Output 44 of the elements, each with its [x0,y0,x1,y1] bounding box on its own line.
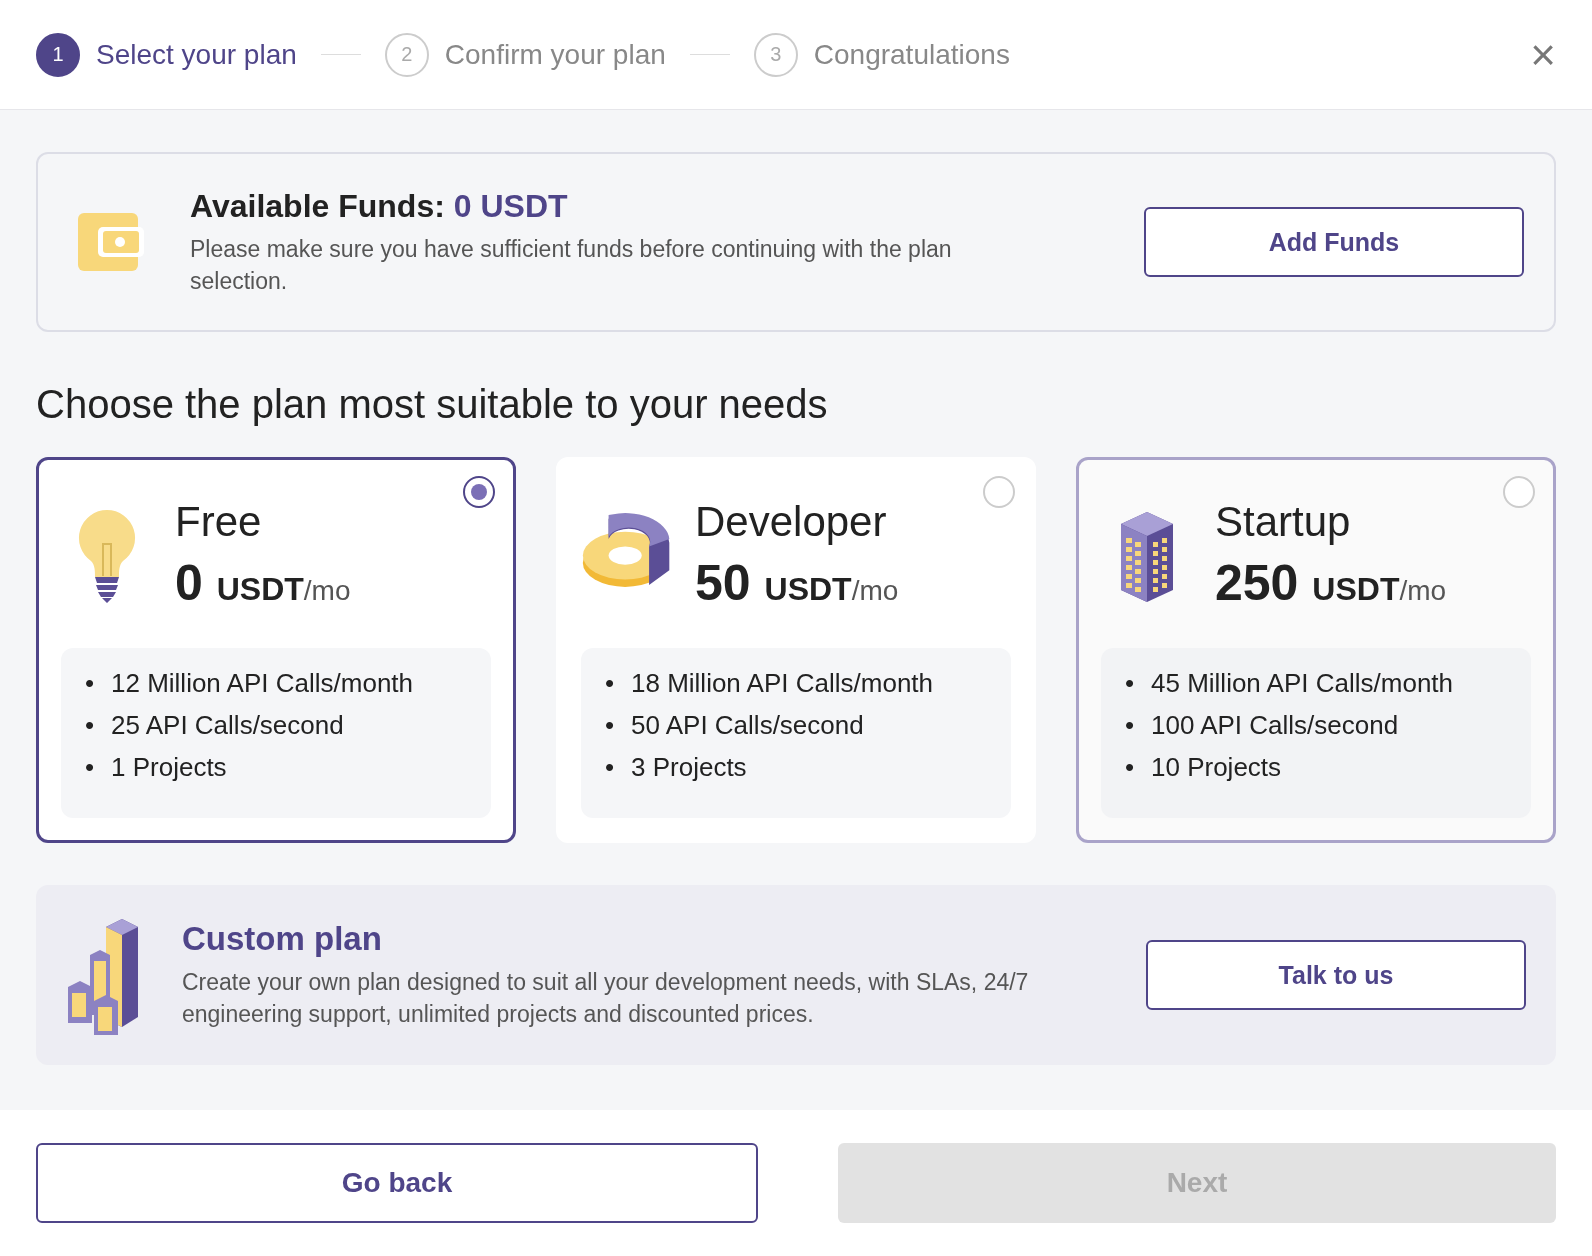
funds-note: Please make sure you have sufficient funds before continuing with the plan selection. [190,234,953,296]
wallet-icon [78,211,144,273]
bullet: • [605,667,616,700]
plan-price: 0 USDT/mo [175,554,351,612]
feature-item: 10 Projects [1151,751,1282,784]
custom-plan-text: Create your own plan designed to suit all your development needs, with SLAs, 24/7 engineering support, unlimited projects and discounted prices. [182,968,1030,1029]
plan-card[interactable]: Startup 250 USDT/mo • 45 Million API Calls/month • 100 API Calls/second • 10 Projects [1076,457,1556,843]
bullet: • [1125,751,1136,784]
step-tab[interactable]: 2 Confirm your plan [384,32,666,77]
plan-name: Free [175,498,263,546]
funds-title: Available Funds: 0 USDT [190,187,569,225]
feature-item: 100 API Calls/second [1151,709,1399,742]
step-number: 3 [753,32,798,77]
feature-item: 18 Million API Calls/month [631,667,934,700]
bullet: • [605,751,616,784]
bullet: • [85,751,96,784]
bullet: • [1125,667,1136,700]
add-funds-button[interactable]: Add Funds [1144,207,1524,277]
close-button[interactable]: × [1530,32,1556,77]
bullet: • [605,709,616,742]
step-number: 1 [36,32,80,77]
go-back-button[interactable]: Go back [36,1143,758,1223]
step-number: 2 [384,32,429,77]
step-tab[interactable]: 3 Congratulations [753,32,1010,77]
plan-card[interactable]: Developer 50 USDT/mo • 18 Million API Calls/month • 50 API Calls/second • 3 Projects [556,457,1036,843]
bullet: • [85,709,96,742]
feature-item: 12 Million API Calls/month [111,667,414,700]
section-heading: Choose the plan most suitable to your needs [36,382,829,427]
plan-price: 50 USDT/mo [695,554,899,612]
talk-to-us-button[interactable]: Talk to us [1146,940,1526,1010]
feature-item: 1 Projects [111,751,227,784]
step-tab[interactable]: 1 Select your plan [36,32,297,77]
bullet: • [85,667,96,700]
plan-name: Startup [1215,498,1352,546]
bullet: • [1125,709,1136,742]
plan-price: 250 USDT/mo [1215,554,1447,612]
feature-item: 45 Million API Calls/month [1151,667,1454,700]
plan-name: Developer [695,498,888,546]
feature-item: 50 API Calls/second [631,709,864,742]
custom-plan-title: Custom plan [182,920,383,958]
plan-card[interactable]: Free 0 USDT/mo • 12 Million API Calls/month • 25 API Calls/second • 1 Projects [36,457,516,843]
radio-button[interactable] [463,476,495,508]
feature-item: 25 API Calls/second [111,709,344,742]
feature-item: 3 Projects [631,751,747,784]
